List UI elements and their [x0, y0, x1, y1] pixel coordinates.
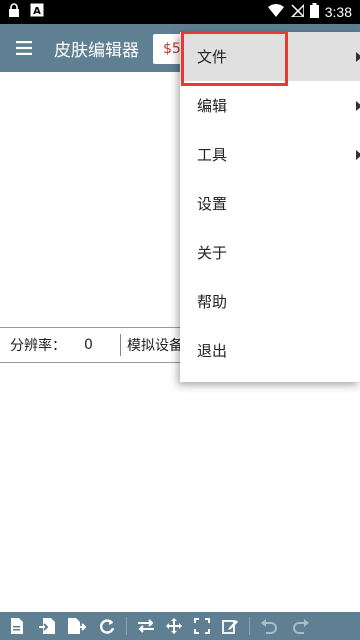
import-icon[interactable]: [36, 615, 58, 637]
redo-icon[interactable]: [290, 615, 312, 637]
toolbar-divider: [126, 617, 127, 635]
swap-icon[interactable]: [135, 615, 157, 637]
notification-a-icon: A: [30, 3, 44, 21]
menu-item-label: 退出: [197, 342, 228, 360]
submenu-arrow-icon: [356, 100, 360, 111]
move-icon[interactable]: [163, 615, 185, 637]
menu-item-label: 关于: [197, 244, 228, 262]
menu-item-label: 工具: [197, 146, 228, 164]
fullscreen-icon[interactable]: [191, 615, 213, 637]
menu-item-about[interactable]: 关于: [180, 228, 360, 277]
resolution-label: 分辨率：: [10, 338, 66, 354]
resolution-value: 0: [84, 337, 93, 353]
menu-item-settings[interactable]: 设置: [180, 179, 360, 228]
refresh-icon[interactable]: [96, 615, 118, 637]
export-icon[interactable]: [66, 615, 88, 637]
lock-icon: [8, 3, 20, 21]
clock: 3:38: [324, 4, 352, 20]
toolbar-divider: [249, 617, 250, 635]
menu-item-label: 设置: [197, 195, 228, 213]
hamburger-icon[interactable]: [0, 24, 48, 72]
menu-item-tools[interactable]: 工具: [180, 130, 360, 179]
undo-icon[interactable]: [258, 615, 280, 637]
app-title: 皮肤编辑器: [54, 40, 139, 61]
menu-item-help[interactable]: 帮助: [180, 277, 360, 326]
edit-icon[interactable]: [219, 615, 241, 637]
svg-text:A: A: [33, 6, 41, 17]
submenu-arrow-icon: [356, 149, 360, 160]
menu-item-exit[interactable]: 退出: [180, 326, 360, 375]
menu-item-edit[interactable]: 编辑: [180, 81, 360, 130]
status-bar: A 3:38: [0, 0, 360, 24]
no-sim-icon: [289, 3, 305, 21]
divider: [120, 334, 121, 356]
wifi-icon: [267, 3, 284, 21]
bottom-toolbar: [0, 612, 360, 640]
battery-icon: [309, 2, 319, 22]
menu-item-label: 编辑: [197, 97, 228, 115]
device-selector[interactable]: 模拟设备: [127, 335, 183, 355]
new-file-icon[interactable]: [6, 615, 28, 637]
highlight-annotation: [181, 31, 288, 86]
menu-item-label: 帮助: [197, 293, 228, 311]
submenu-arrow-icon: [356, 51, 360, 62]
